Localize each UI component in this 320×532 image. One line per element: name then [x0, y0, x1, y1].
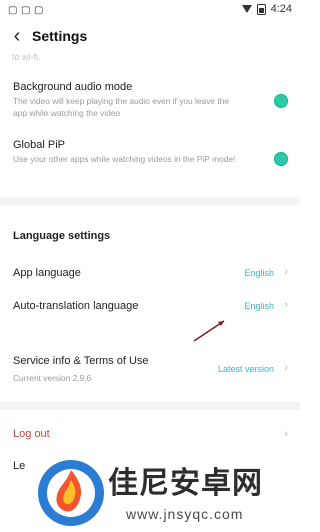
- background-audio-row[interactable]: Background audio mode The video will kee…: [13, 81, 293, 119]
- section-divider: [0, 197, 300, 205]
- global-pip-row[interactable]: Global PiP Use your other apps while wat…: [13, 139, 293, 165]
- logout-button[interactable]: Log out: [13, 428, 50, 440]
- wifi-icon: [241, 5, 252, 13]
- page-title: Settings: [32, 28, 88, 44]
- background-audio-label: Background audio mode: [13, 81, 133, 93]
- top-hint-text: to wi-fi.: [12, 52, 41, 62]
- partial-row-label: Le: [13, 460, 26, 472]
- back-arrow-icon[interactable]: ‹: [2, 18, 32, 54]
- global-pip-label: Global PiP: [13, 139, 65, 151]
- current-version-text: Current version 2.9.6: [13, 373, 92, 383]
- chevron-right-icon: ›: [284, 266, 288, 278]
- auto-translation-value: English: [244, 301, 274, 311]
- top-bar: ‹ Settings: [0, 18, 300, 54]
- status-glyph-2-icon: ▢: [21, 4, 31, 16]
- watermark-url-text: www.jnsyqc.com: [126, 506, 244, 522]
- watermark-overlay: 佳尼安卓网 www.jnsyqc.com: [30, 450, 300, 532]
- watermark-brand-text: 佳尼安卓网: [108, 467, 263, 500]
- status-left: ▢ ▢ ▢: [8, 4, 44, 16]
- chevron-right-icon: ›: [284, 428, 288, 440]
- global-pip-toggle[interactable]: [274, 152, 288, 166]
- status-right: 4:24: [241, 3, 292, 15]
- global-pip-desc: Use your other apps while watching video…: [13, 154, 236, 164]
- battery-icon: [256, 3, 266, 15]
- language-section-title: Language settings: [13, 230, 111, 242]
- chevron-right-icon: ›: [284, 362, 288, 374]
- background-audio-desc: The video will keep playing the audio ev…: [13, 96, 230, 118]
- annotation-arrow-icon: [193, 320, 225, 342]
- background-audio-toggle[interactable]: [274, 94, 288, 108]
- chevron-right-icon: ›: [284, 299, 288, 311]
- latest-version-value: Latest version: [217, 364, 274, 374]
- status-bar: ▢ ▢ ▢ 4:24: [0, 0, 300, 18]
- status-time: 4:24: [270, 3, 292, 15]
- watermark-logo-icon: [38, 460, 104, 526]
- status-glyph-3-icon: ▢: [34, 4, 44, 16]
- section-divider: [0, 402, 300, 410]
- app-language-value: English: [244, 268, 274, 278]
- status-glyph-1-icon: ▢: [8, 4, 18, 16]
